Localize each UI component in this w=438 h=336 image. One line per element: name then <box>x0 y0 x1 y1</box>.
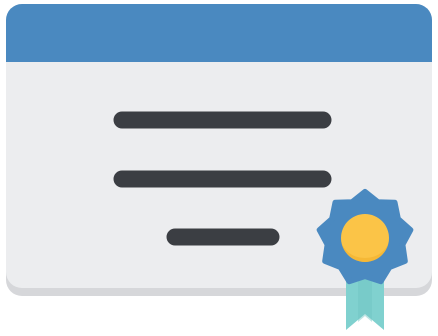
certificate-icon <box>6 4 432 330</box>
card-header <box>6 4 432 62</box>
certificate-illustration <box>0 0 438 336</box>
